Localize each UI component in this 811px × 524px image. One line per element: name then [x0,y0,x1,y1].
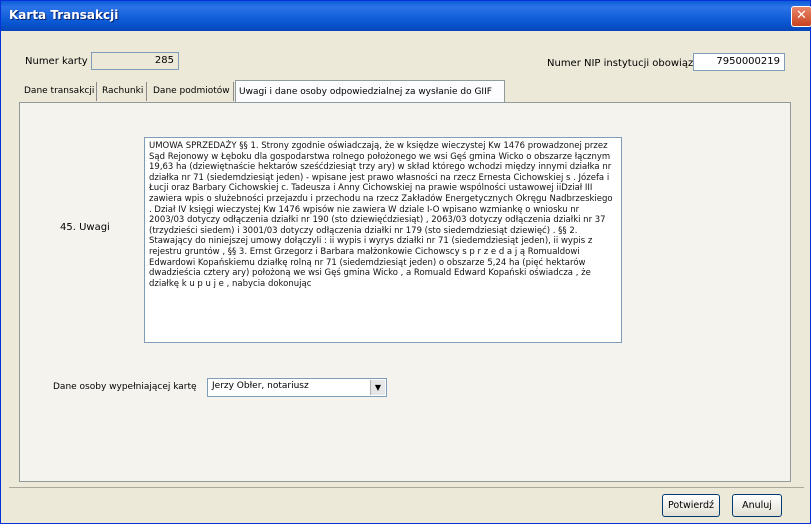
confirm-button[interactable]: Potwierdź [662,494,720,517]
person-label: Dane osoby wypełniającej kartę [53,382,197,392]
card-number-label: Numer karty [25,56,88,67]
tab-transaction-data[interactable]: Dane transakcji [21,82,97,101]
notes-textarea[interactable]: UMOWA SPRZEDAŻY §§ 1. Strony zgodnie ośw… [144,137,622,343]
card-number-field: 285 [91,52,179,70]
nip-label: Numer NIP instytucji obowiązanej [547,58,715,69]
title-bar[interactable]: Karta Transakcji [1,1,810,31]
footer-divider [9,487,804,488]
nip-field[interactable]: 7950000219 [693,53,785,71]
tab-notes[interactable]: Uwagi i dane osoby odpowiedzialnej za wy… [235,80,505,102]
tab-accounts[interactable]: Rachunki [99,82,147,101]
tab-entities[interactable]: Dane podmiotów [150,82,234,101]
close-icon: ✕ [796,8,807,23]
person-select[interactable]: Jerzy Obłer, notariusz ▼ [207,378,387,397]
notes-label: 45. Uwagi [60,222,110,233]
person-select-value: Jerzy Obłer, notariusz [212,381,309,391]
transaction-card-window: Karta Transakcji ✕ Numer karty 285 Numer… [0,0,811,524]
cancel-button[interactable]: Anuluj [732,494,782,517]
close-button[interactable]: ✕ [791,6,811,27]
chevron-down-icon[interactable]: ▼ [370,380,385,395]
window-title: Karta Transakcji [9,8,119,22]
